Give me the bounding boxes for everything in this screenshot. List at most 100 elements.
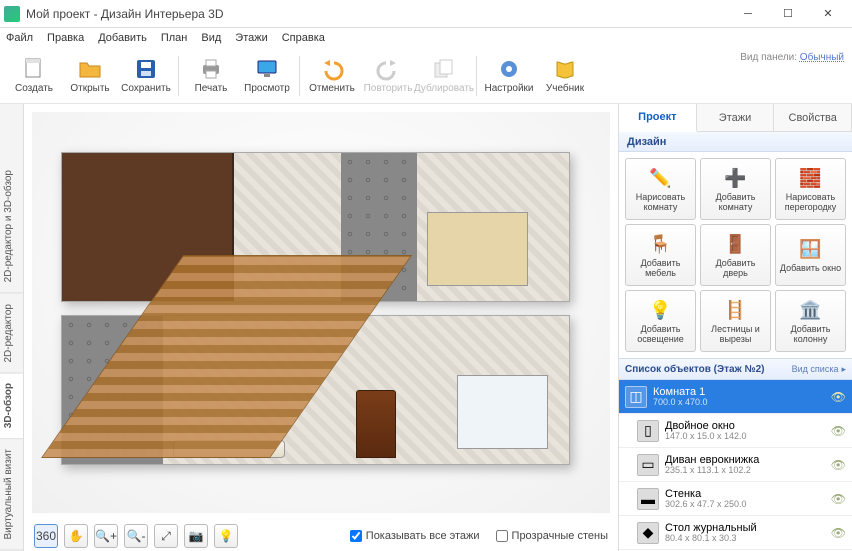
new-file-icon [22, 57, 46, 81]
object-row[interactable]: ◫ Комната 1 700.0 x 470.0 👁 [619, 380, 852, 414]
door-icon: 🚪 [724, 232, 748, 256]
view-list-button[interactable]: Вид списка ▸ [792, 364, 846, 375]
stairs-icon: 🪜 [724, 298, 748, 322]
camera-button[interactable]: 📷 [184, 524, 208, 548]
folder-open-icon [78, 57, 102, 81]
fit-button[interactable]: ⤢ [154, 524, 178, 548]
object-list-header: Список объектов (Этаж №2) Вид списка ▸ [619, 358, 852, 380]
object-icon: ◆ [637, 522, 659, 544]
create-button[interactable]: Создать [6, 51, 62, 101]
open-button[interactable]: Открыть [62, 51, 118, 101]
save-icon [134, 57, 158, 81]
object-name: Комната 1 [653, 386, 831, 398]
tab-3d-view[interactable]: 3D-обзор [0, 373, 23, 439]
tab-2d-editor[interactable]: 2D-редактор [0, 294, 23, 374]
monitor-icon [255, 57, 279, 81]
object-row[interactable]: ▯ Двойное окно 147.0 x 15.0 x 142.0 👁 [619, 414, 852, 448]
3d-viewport[interactable] [32, 112, 610, 513]
settings-button[interactable]: Настройки [481, 51, 537, 101]
menu-plan[interactable]: План [161, 32, 188, 44]
menu-edit[interactable]: Правка [47, 32, 84, 44]
zoom-out-button[interactable]: 🔍- [124, 524, 148, 548]
stairs-button[interactable]: 🪜Лестницы и вырезы [700, 290, 771, 352]
title-bar: Мой проект - Дизайн Интерьера 3D ─ ☐ ✕ [0, 0, 852, 28]
visibility-icon[interactable]: 👁 [831, 424, 846, 438]
orbit-360-button[interactable]: 360 [34, 524, 58, 548]
add-lighting-button[interactable]: 💡Добавить освещение [625, 290, 696, 352]
visibility-icon[interactable]: 👁 [831, 458, 846, 472]
duplicate-icon [432, 57, 456, 81]
object-name: Стенка [665, 488, 831, 500]
add-column-button[interactable]: 🏛️Добавить колонну [775, 290, 846, 352]
object-icon: ▭ [637, 454, 659, 476]
object-icon: ▬ [637, 488, 659, 510]
window-icon: 🪟 [799, 237, 823, 261]
sidetab-floors[interactable]: Этажи [697, 104, 775, 131]
sidetab-project[interactable]: Проект [619, 104, 697, 132]
menu-file[interactable]: Файл [6, 32, 33, 44]
object-icon: ▯ [637, 420, 659, 442]
bulb-icon: 💡 [649, 298, 673, 322]
object-dims: 147.0 x 15.0 x 142.0 [665, 432, 831, 442]
transparent-walls-checkbox[interactable]: Прозрачные стены [496, 530, 608, 542]
tab-virtual-visit[interactable]: Виртуальный визит [0, 439, 23, 551]
object-row[interactable]: ▭ Диван еврокнижка 235.1 x 113.1 x 102.2… [619, 448, 852, 482]
book-icon [553, 57, 577, 81]
object-name: Диван еврокнижка [665, 454, 831, 466]
minimize-button[interactable]: ─ [728, 1, 768, 27]
app-icon [4, 6, 20, 22]
design-section-title: Дизайн [619, 132, 852, 152]
object-name: Двойное окно [665, 420, 831, 432]
zoom-in-button[interactable]: 🔍+ [94, 524, 118, 548]
add-door-button[interactable]: 🚪Добавить дверь [700, 224, 771, 286]
viewport-controls: 360 ✋ 🔍+ 🔍- ⤢ 📷 💡 Показывать все этажи П… [24, 521, 618, 551]
object-dims: 302.6 x 47.7 x 250.0 [665, 500, 831, 510]
column-icon: 🏛️ [799, 298, 823, 322]
draw-partition-button[interactable]: 🧱Нарисовать перегородку [775, 158, 846, 220]
redo-button[interactable]: Повторить [360, 51, 416, 101]
redo-icon [376, 57, 400, 81]
side-panel: Проект Этажи Свойства Дизайн ✏️Нарисоват… [618, 104, 852, 551]
tutorial-button[interactable]: Учебник [537, 51, 593, 101]
object-row[interactable]: ◆ Стол журнальный 80.4 x 80.1 x 30.3 👁 [619, 516, 852, 550]
object-list[interactable]: ◫ Комната 1 700.0 x 470.0 👁▯ Двойное окн… [619, 380, 852, 551]
undo-icon [320, 57, 344, 81]
visibility-icon[interactable]: 👁 [831, 492, 846, 506]
pan-button[interactable]: ✋ [64, 524, 88, 548]
menu-add[interactable]: Добавить [98, 32, 147, 44]
undo-button[interactable]: Отменить [304, 51, 360, 101]
sidetab-properties[interactable]: Свойства [774, 104, 852, 131]
duplicate-button[interactable]: Дублировать [416, 51, 472, 101]
add-furniture-button[interactable]: 🪑Добавить мебель [625, 224, 696, 286]
main-toolbar: Создать Открыть Сохранить Печать Просмот… [0, 48, 852, 104]
object-name: Стол журнальный [665, 522, 831, 534]
tab-2d3d-editor[interactable]: 2D-редактор и 3D-обзор [0, 160, 23, 293]
view-panel-link[interactable]: Обычный [800, 52, 844, 63]
lighting-button[interactable]: 💡 [214, 524, 238, 548]
gear-icon [497, 57, 521, 81]
object-row[interactable]: ▬ Стенка 302.6 x 47.7 x 250.0 👁 [619, 482, 852, 516]
add-room-icon: ➕ [724, 166, 748, 190]
canvas-pane: 360 ✋ 🔍+ 🔍- ⤢ 📷 💡 Показывать все этажи П… [24, 104, 618, 551]
menu-view[interactable]: Вид [201, 32, 221, 44]
maximize-button[interactable]: ☐ [768, 1, 808, 27]
view-panel-label: Вид панели: Обычный [740, 52, 844, 63]
menu-help[interactable]: Справка [282, 32, 325, 44]
close-button[interactable]: ✕ [808, 1, 848, 27]
add-window-button[interactable]: 🪟Добавить окно [775, 224, 846, 286]
brick-wall-icon: 🧱 [799, 166, 823, 190]
visibility-icon[interactable]: 👁 [831, 390, 846, 404]
preview-button[interactable]: Просмотр [239, 51, 295, 101]
printer-icon [199, 57, 223, 81]
object-icon: ◫ [625, 386, 647, 408]
object-dims: 700.0 x 470.0 [653, 398, 831, 408]
chair-icon: 🪑 [649, 232, 673, 256]
show-all-floors-checkbox[interactable]: Показывать все этажи [350, 530, 480, 542]
add-room-button[interactable]: ➕Добавить комнату [700, 158, 771, 220]
menu-floors[interactable]: Этажи [235, 32, 267, 44]
visibility-icon[interactable]: 👁 [831, 526, 846, 540]
draw-room-button[interactable]: ✏️Нарисовать комнату [625, 158, 696, 220]
print-button[interactable]: Печать [183, 51, 239, 101]
save-button[interactable]: Сохранить [118, 51, 174, 101]
window-title: Мой проект - Дизайн Интерьера 3D [26, 7, 728, 21]
